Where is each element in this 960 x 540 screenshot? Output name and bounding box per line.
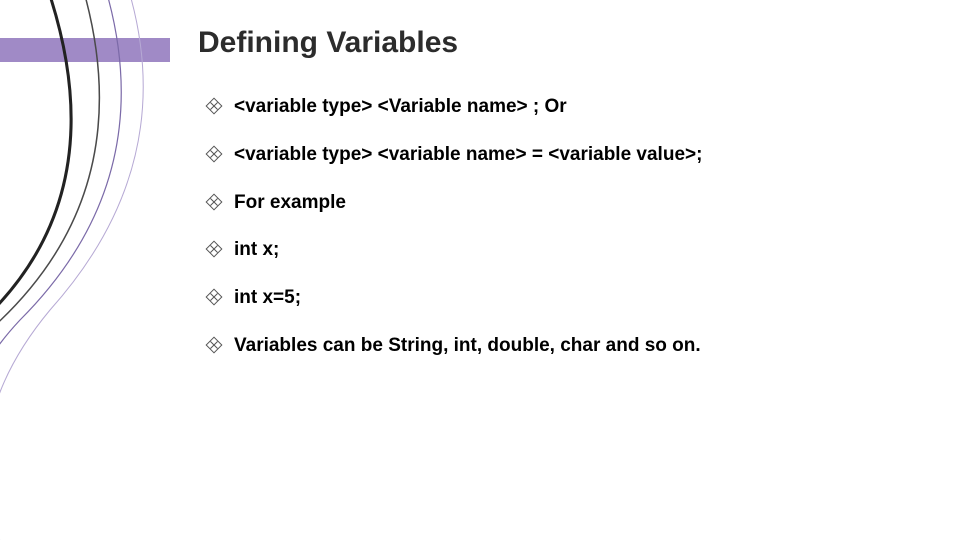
list-item: <variable type> <variable name> = <varia… [208, 143, 908, 167]
diamond-bullet-icon [206, 289, 223, 306]
list-item: For example [208, 191, 908, 215]
bullet-text: int x; [234, 238, 279, 262]
diamond-bullet-icon [206, 98, 223, 115]
bullet-list: <variable type> <Variable name> ; Or <va… [208, 95, 908, 382]
diamond-bullet-icon [206, 145, 223, 162]
diamond-bullet-icon [206, 241, 223, 258]
bullet-text: Variables can be String, int, double, ch… [234, 334, 701, 358]
list-item: int x; [208, 238, 908, 262]
diamond-bullet-icon [206, 193, 223, 210]
accent-bar [0, 38, 170, 62]
list-item: Variables can be String, int, double, ch… [208, 334, 908, 358]
list-item: <variable type> <Variable name> ; Or [208, 95, 908, 119]
bullet-text: int x=5; [234, 286, 301, 310]
bullet-text: For example [234, 191, 346, 215]
bullet-text: <variable type> <variable name> = <varia… [234, 143, 702, 167]
list-item: int x=5; [208, 286, 908, 310]
slide-title: Defining Variables [198, 26, 458, 60]
bullet-text: <variable type> <Variable name> ; Or [234, 95, 567, 119]
diamond-bullet-icon [206, 336, 223, 353]
